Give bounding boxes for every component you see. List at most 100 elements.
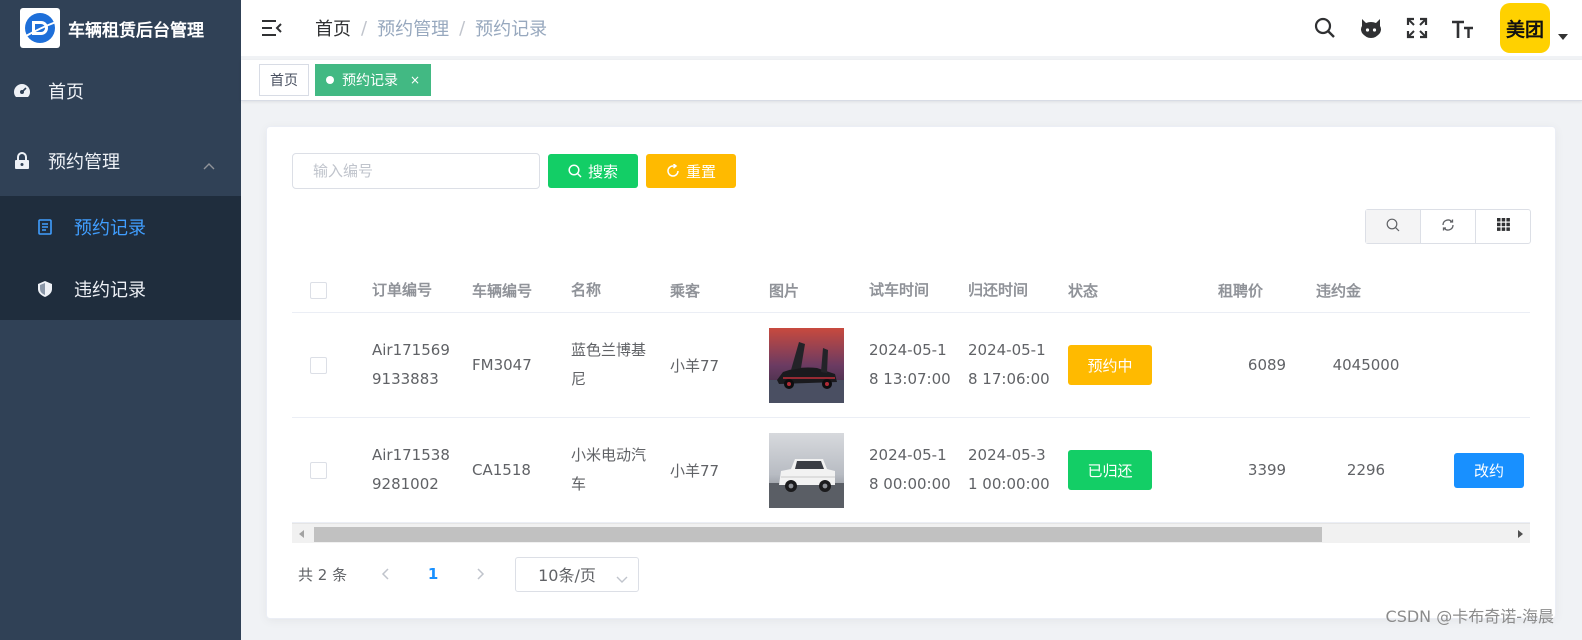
refresh-button[interactable] [1421,210,1476,243]
tag-label: 首页 [270,73,298,89]
penalty-cell: 4045000 [1332,356,1400,374]
row-checkbox[interactable] [310,356,327,374]
hamburger-icon[interactable] [261,18,285,38]
return-time-cell: 2024-05-3 1 00:00:00 [968,441,1068,499]
row-checkbox[interactable] [310,461,327,479]
status-cell: 预约中 [1068,345,1218,385]
order-number-line: Air171538 [372,446,450,464]
navbar: 首页 / 预约管理 / 预约记录 美团 [241,0,1582,56]
sidebar-item-label: 违约记录 [74,280,146,301]
reschedule-button[interactable]: 改约 [1454,452,1524,488]
status-badge: 已归还 [1068,450,1152,490]
logo-icon [20,8,60,48]
tag-label: 预约记录 [342,73,398,89]
rent-time-cell: 2024-05-1 8 13:07:00 [869,336,968,394]
return-time-line: 2024-05-3 [968,446,1046,464]
fullscreen-icon[interactable] [1405,16,1429,40]
search-icon [1386,218,1400,236]
car-thumbnail[interactable] [769,327,844,403]
sidebar-item-label: 首页 [48,82,84,103]
scroll-left-icon[interactable] [299,530,304,538]
return-time-line: 1 00:00:00 [968,475,1050,493]
sidebar-item-label: 预约管理 [48,152,120,173]
tag-reservation-records[interactable]: 预约记录 × [315,64,432,96]
scroll-right-icon[interactable] [1518,530,1523,538]
car-name-cell: 蓝色兰博基 尼 [571,336,670,394]
shield-icon [36,280,54,298]
search-input[interactable] [292,153,540,189]
status-badge: 预约中 [1068,345,1152,385]
car-number-cell: FM3047 [472,356,532,374]
passenger-cell: 小羊77 [670,356,720,375]
next-page-icon[interactable] [463,568,499,580]
breadcrumb-item-reservation: 预约管理 [377,19,450,40]
rent-time-line: 8 13:07:00 [869,370,951,388]
pagination: 共 2 条 1 10条/页 [298,556,640,592]
rent-time-line: 2024-05-1 [869,341,947,359]
sidebar-item-violation-records[interactable]: 违约记录 [0,258,241,320]
active-dot-icon [326,76,334,84]
github-icon[interactable] [1359,16,1383,40]
columns-button[interactable] [1476,210,1530,243]
order-number-line: Air171569 [372,341,450,359]
breadcrumb-separator: / [361,17,368,39]
column-header[interactable]: 订单编号 [372,276,472,305]
chevron-up-icon [203,154,215,175]
search-icon[interactable] [1313,16,1337,40]
page-number-current[interactable]: 1 [403,565,463,583]
sidebar-item-reservation-records[interactable]: 预约记录 [0,196,241,258]
app-title: 车辆租赁后台管理 [68,20,204,41]
price-cell: 3399 [1247,461,1287,479]
breadcrumb-item-home[interactable]: 首页 [315,15,351,41]
rent-time-line: 8 00:00:00 [869,475,951,493]
car-name-line: 尼 [571,370,587,388]
horizontal-scrollbar[interactable] [292,523,1530,543]
watermark: CSDN @卡布奇诺-海晨 [1385,607,1554,626]
table-row: Air171538 9281002 CA1518 小米电动汽 车 小羊77 20… [292,418,1530,523]
search-button[interactable]: 搜索 [548,154,638,188]
pagination-total: 共 2 条 [298,565,348,584]
caret-down-icon[interactable] [1558,34,1568,40]
return-time-line: 8 17:06:00 [968,370,1050,388]
sidebar-item-home[interactable]: 首页 [0,56,241,126]
column-header[interactable]: 试车时间 [869,276,968,305]
prev-page-icon[interactable] [367,568,403,580]
column-header[interactable]: 车辆编号 [472,280,571,301]
column-header[interactable]: 违约金 [1316,280,1416,301]
logo[interactable]: 车辆租赁后台管理 [0,0,241,56]
search-button-label: 搜索 [587,163,618,181]
reset-button-label: 重置 [685,163,716,181]
breadcrumb: 首页 / 预约管理 / 预约记录 [315,15,547,41]
right-menu: 美团 [1302,0,1568,56]
search-icon [568,164,582,178]
car-thumbnail[interactable] [769,432,844,508]
toggle-search-button[interactable] [1366,210,1421,243]
price-cell: 6089 [1247,356,1287,374]
order-number-line: 9133883 [372,370,439,388]
column-header[interactable]: 租聘价 [1218,280,1316,301]
column-header[interactable]: 图片 [769,280,869,301]
return-time-cell: 2024-05-1 8 17:06:00 [968,336,1068,394]
column-header[interactable]: 名称 [571,276,670,305]
reservation-table: 订单编号 车辆编号 名称 乘客 图片 试车时间 归还时间 状态 租聘价 违约金 … [292,269,1530,523]
scrollbar-thumb[interactable] [314,527,1322,542]
column-header[interactable]: 乘客 [670,280,769,301]
submenu-reservation: 预约记录 违约记录 [0,196,241,320]
close-icon[interactable]: × [410,73,420,87]
reset-button[interactable]: 重置 [646,154,736,188]
avatar[interactable]: 美团 [1500,3,1550,53]
select-all-checkbox[interactable] [310,282,327,299]
sidebar-item-label: 预约记录 [74,218,146,239]
text-size-icon[interactable] [1451,16,1475,40]
page-size-select[interactable]: 10条/页 [515,556,640,592]
column-header[interactable]: 归还时间 [968,276,1068,305]
column-header[interactable]: 状态 [1068,280,1218,301]
car-name-line: 小米电动汽 [571,446,647,464]
row-select-cell [292,356,372,374]
select-all-cell [292,282,372,299]
sidebar-item-reservation[interactable]: 预约管理 [0,126,241,196]
page-size-value: 10条/页 [538,566,596,585]
return-time-line: 2024-05-1 [968,341,1046,359]
tag-home[interactable]: 首页 [259,64,309,96]
car-name-cell: 小米电动汽 车 [571,441,670,499]
